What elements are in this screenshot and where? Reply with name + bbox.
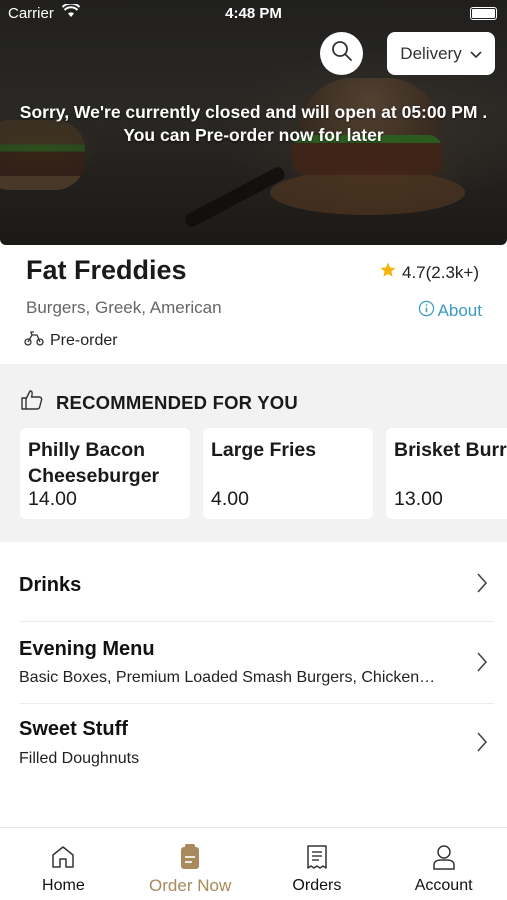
order-bag-icon: [127, 844, 254, 870]
tab-account[interactable]: Account: [380, 828, 507, 900]
thumbs-up-icon: [20, 389, 44, 416]
recommended-item-card[interactable]: Philly Bacon Cheeseburger 14.00: [20, 428, 190, 519]
tab-order-now[interactable]: Order Now: [127, 828, 254, 900]
about-link[interactable]: About: [418, 300, 482, 322]
tab-label: Home: [42, 877, 85, 894]
recommended-section: RECOMMENDED FOR YOU Philly Bacon Cheeseb…: [0, 364, 507, 542]
tab-home[interactable]: Home: [0, 828, 127, 900]
chevron-down-icon: [470, 44, 482, 64]
status-time: 4:48 PM: [225, 5, 282, 22]
recommended-item-price: 14.00: [28, 488, 77, 510]
category-title: Sweet Stuff: [19, 718, 128, 740]
about-label: About: [437, 301, 482, 320]
search-icon: [331, 40, 353, 67]
tab-orders[interactable]: Orders: [254, 828, 381, 900]
category-title: Evening Menu: [19, 638, 155, 660]
status-bar: Carrier 4:48 PM: [0, 0, 507, 28]
scooter-icon: [24, 330, 44, 351]
delivery-mode-dropdown[interactable]: Delivery: [387, 32, 495, 75]
recommended-item-name: Large Fries: [211, 439, 317, 461]
preorder-label: Pre-order: [50, 331, 118, 349]
bottom-tab-bar: Home Order Now Orders Account: [0, 827, 507, 900]
tab-label: Orders: [292, 877, 342, 894]
star-icon: [379, 261, 397, 284]
preorder-badge: Pre-order: [24, 330, 118, 351]
recommended-header: RECOMMENDED FOR YOU: [20, 389, 298, 416]
category-row-drinks[interactable]: Drinks: [19, 542, 494, 622]
rating: 4.7(2.3k+): [379, 261, 479, 284]
chevron-right-icon: [476, 651, 488, 678]
category-row-evening-menu[interactable]: Evening Menu Basic Boxes, Premium Loaded…: [19, 622, 494, 704]
category-description: Filled Doughnuts: [19, 750, 140, 767]
receipt-icon: [254, 844, 381, 870]
chevron-right-icon: [476, 572, 488, 599]
home-icon: [0, 844, 127, 870]
cuisine-list: Burgers, Greek, American: [26, 298, 222, 317]
recommended-title: RECOMMENDED FOR YOU: [56, 391, 298, 413]
tab-label: Account: [414, 877, 473, 894]
info-icon: [418, 300, 435, 322]
recommended-item-card[interactable]: Large Fries 4.00: [203, 428, 373, 519]
recommended-item-name: Brisket Burr: [394, 439, 507, 461]
delivery-mode-label: Delivery: [400, 43, 462, 63]
chevron-right-icon: [476, 731, 488, 758]
restaurant-name: Fat Freddies: [26, 255, 187, 285]
category-description: Basic Boxes, Premium Loaded Smash Burger…: [19, 669, 436, 686]
tab-label: Order Now: [149, 876, 232, 895]
rating-value: 4.7(2.3k+): [401, 262, 479, 282]
recommended-item-card[interactable]: Brisket Burr 13.00: [386, 428, 507, 519]
recommended-item-name: Philly Bacon Cheeseburger: [28, 439, 160, 487]
search-button[interactable]: [320, 32, 363, 75]
recommended-item-price: 4.00: [211, 488, 249, 510]
category-row-sweet-stuff[interactable]: Sweet Stuff Filled Doughnuts: [19, 704, 494, 786]
restaurant-info: Fat Freddies 4.7(2.3k+) Burgers, Greek, …: [0, 245, 507, 363]
battery-icon: [470, 7, 497, 20]
recommended-item-price: 13.00: [394, 488, 443, 510]
closed-message: Sorry, We're currently closed and will o…: [19, 102, 488, 145]
category-title: Drinks: [19, 574, 82, 596]
user-icon: [380, 844, 507, 870]
hero-banner: Carrier 4:48 PM Delivery Sorry, We're cu…: [0, 0, 507, 245]
